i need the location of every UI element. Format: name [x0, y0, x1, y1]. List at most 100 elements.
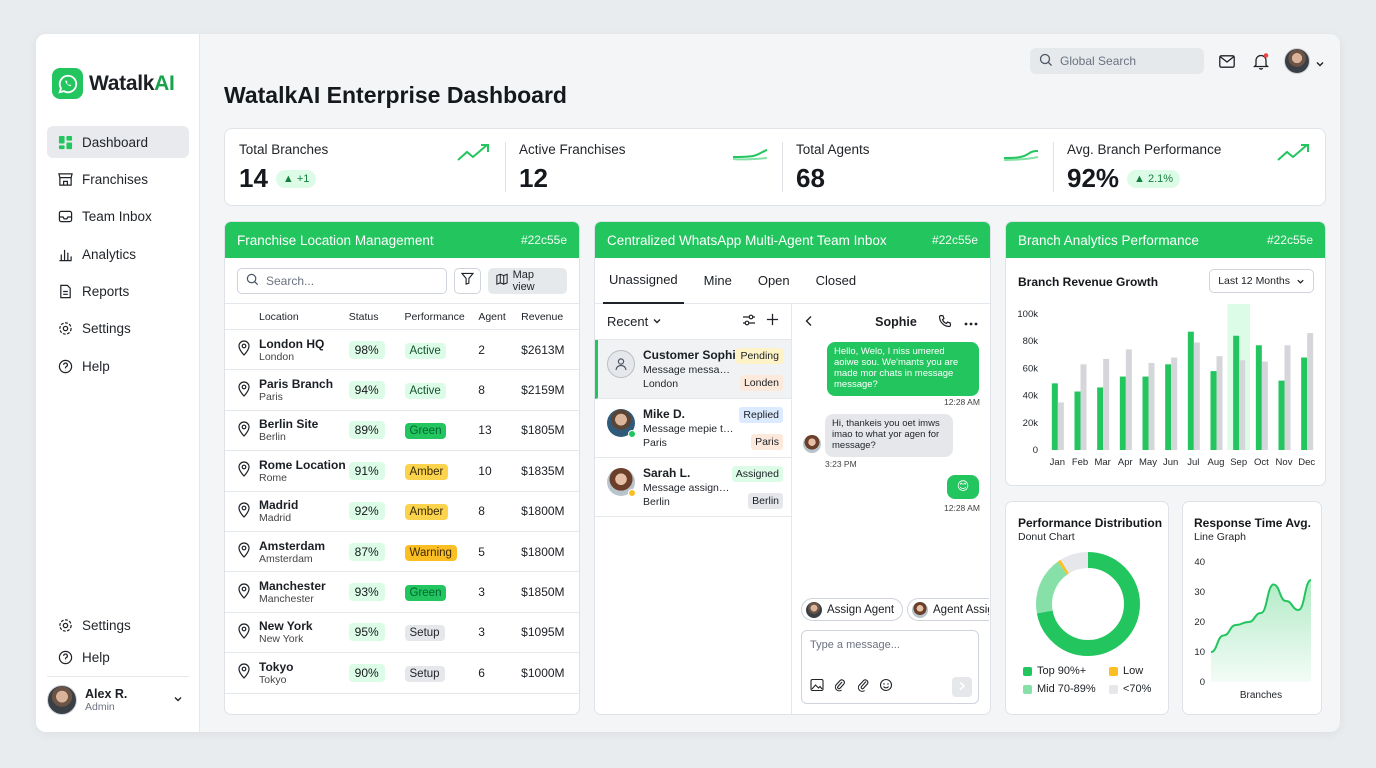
column-header[interactable]: Performance	[405, 311, 479, 323]
revenue-value: $2159M	[521, 383, 565, 398]
agent-assign-button[interactable]: Agent Assign	[907, 598, 989, 621]
bar-series-b	[1103, 358, 1110, 450]
sidebar-bottom-settings[interactable]: Settings	[47, 609, 189, 641]
bar-series-a	[1210, 371, 1217, 450]
arrow-up-icon: ▲	[1134, 172, 1145, 185]
bell-icon[interactable]	[1252, 52, 1270, 70]
gear-icon	[57, 321, 73, 337]
search-placeholder: Global Search	[1060, 54, 1137, 68]
sidebar-item-help[interactable]: Help	[47, 350, 189, 382]
chevron-down-icon[interactable]	[173, 691, 183, 709]
revenue-value: $1805M	[521, 423, 565, 438]
bar-series-a	[1278, 380, 1285, 450]
location-city: Tokyo	[259, 673, 287, 686]
y-tick-label: 20	[1194, 617, 1205, 628]
plus-icon[interactable]	[766, 313, 779, 330]
map-pin-icon	[237, 421, 251, 440]
x-tick-label: May	[1139, 457, 1157, 468]
location-name: London HQ	[259, 336, 325, 351]
message-composer[interactable]: Type a message...	[801, 630, 979, 704]
mail-icon[interactable]	[1218, 52, 1236, 70]
sidebar-item-franchises[interactable]: Franchises	[47, 163, 189, 195]
user-placeholder-icon	[607, 350, 635, 378]
y-tick-label: 40	[1194, 557, 1205, 568]
tab-mine[interactable]: Mine	[698, 258, 738, 304]
column-header[interactable]: Revenue	[521, 311, 579, 323]
sliders-icon[interactable]	[742, 313, 756, 330]
filter-button[interactable]	[453, 267, 481, 294]
location-badge: Londen	[739, 375, 783, 391]
sidebar-item-label: Settings	[82, 617, 131, 633]
conversation-preview: Message messagr...	[643, 364, 735, 376]
table-row[interactable]: London HQ London 98% Active 2 $2613M	[225, 330, 579, 371]
header-avatar[interactable]	[1284, 48, 1310, 74]
status-badge: Assigned	[731, 466, 783, 482]
sidebar-item-team-inbox[interactable]: Team Inbox	[47, 201, 189, 233]
phone-icon[interactable]	[938, 314, 952, 331]
agent-count: 3	[478, 625, 485, 640]
tab-closed[interactable]: Closed	[810, 258, 862, 304]
legend-item: Top 90%+	[1023, 665, 1109, 677]
tab-unassigned[interactable]: Unassigned	[603, 258, 684, 304]
panel-tag: #22c55e	[931, 233, 978, 247]
tab-open[interactable]: Open	[752, 258, 796, 304]
column-header[interactable]: Location	[225, 311, 349, 323]
store-icon	[57, 171, 73, 187]
panel-title: Centralized WhatsApp Multi-Agent Team In…	[607, 232, 887, 248]
table-row[interactable]: Rome Location Rome 91% Amber 10 $1835M	[225, 451, 579, 492]
conversation-item[interactable]: Customer Sophie Message messagr... Londo…	[595, 340, 791, 399]
bar-series-a	[1233, 335, 1240, 450]
sidebar: WatalkAI Dashboard Franchises Team Inbox…	[36, 34, 200, 732]
more-options-icon[interactable]	[964, 315, 978, 329]
app-window: WatalkAI Dashboard Franchises Team Inbox…	[36, 34, 1340, 732]
bar-series-b	[1307, 333, 1314, 450]
table-row[interactable]: Manchester Manchester 93% Green 3 $1850M	[225, 572, 579, 613]
sidebar-item-dashboard[interactable]: Dashboard	[47, 126, 189, 158]
sidebar-item-reports[interactable]: Reports	[47, 276, 189, 308]
column-header[interactable]: Agent	[478, 311, 521, 323]
location-city: Berlin	[259, 431, 286, 444]
attachment-icon[interactable]	[833, 678, 847, 695]
location-name: New York	[259, 619, 313, 634]
legend-item: Low	[1109, 665, 1168, 677]
conversation-item[interactable]: Sarah L. Message assignet... Berlin Assi…	[595, 458, 791, 517]
brand[interactable]: WatalkAI	[52, 68, 175, 99]
sidebar-bottom-help[interactable]: Help	[47, 641, 189, 673]
emoji-message: 😊	[947, 475, 979, 499]
user-menu[interactable]: Alex R. Admin	[47, 676, 189, 715]
performance-donut-chart	[1036, 552, 1140, 656]
paperclip-icon[interactable]	[856, 678, 870, 695]
global-search-input[interactable]: Global Search	[1030, 48, 1204, 74]
back-chevron-icon[interactable]	[804, 315, 814, 330]
table-row[interactable]: Tokyo Tokyo 90% Setup 6 $1000M	[225, 653, 579, 694]
bar-series-a	[1255, 345, 1262, 450]
table-row[interactable]: Berlin Site Berlin 89% Green 13 $1805M	[225, 411, 579, 452]
send-button[interactable]	[952, 677, 972, 697]
table-row[interactable]: Madrid Madrid 92% Amber 8 $1800M	[225, 492, 579, 532]
column-header[interactable]: Status	[349, 311, 405, 323]
bar-series-b	[1216, 356, 1223, 450]
image-icon[interactable]	[810, 678, 824, 695]
table-row[interactable]: Amsterdam Amsterdam 87% Warning 5 $1800M	[225, 532, 579, 573]
user-role: Admin	[85, 701, 115, 713]
sidebar-item-settings[interactable]: Settings	[47, 313, 189, 345]
sidebar-item-label: Franchises	[82, 171, 149, 187]
location-search-input[interactable]: Search...	[237, 267, 447, 294]
conversation-preview: Message assignet...	[643, 482, 735, 494]
map-view-button[interactable]: Map view	[487, 267, 567, 294]
emoji-icon[interactable]	[879, 678, 893, 695]
sidebar-item-analytics[interactable]: Analytics	[47, 238, 189, 270]
range-dropdown[interactable]: Last 12 Months	[1209, 269, 1314, 293]
chevron-down-icon[interactable]	[1315, 56, 1325, 74]
table-row[interactable]: New York New York 95% Setup 3 $1095M	[225, 613, 579, 654]
assign-agent-button[interactable]: Assign Agent	[801, 598, 904, 621]
bar-series-b	[1080, 364, 1087, 450]
performance-badge: Green	[404, 585, 447, 602]
conversation-name: Sarah L.	[643, 466, 691, 480]
incoming-message: Hi, thankeis you oet imws imao to what y…	[825, 414, 953, 457]
table-row[interactable]: Paris Branch Paris 94% Active 8 $2159M	[225, 370, 579, 411]
agent-count: 8	[478, 504, 485, 519]
conversation-preview: Message mepie t/a...	[643, 423, 735, 435]
conversation-item[interactable]: Mike D. Message mepie t/a... Paris Repli…	[595, 399, 791, 458]
recent-dropdown[interactable]: Recent	[607, 314, 662, 329]
